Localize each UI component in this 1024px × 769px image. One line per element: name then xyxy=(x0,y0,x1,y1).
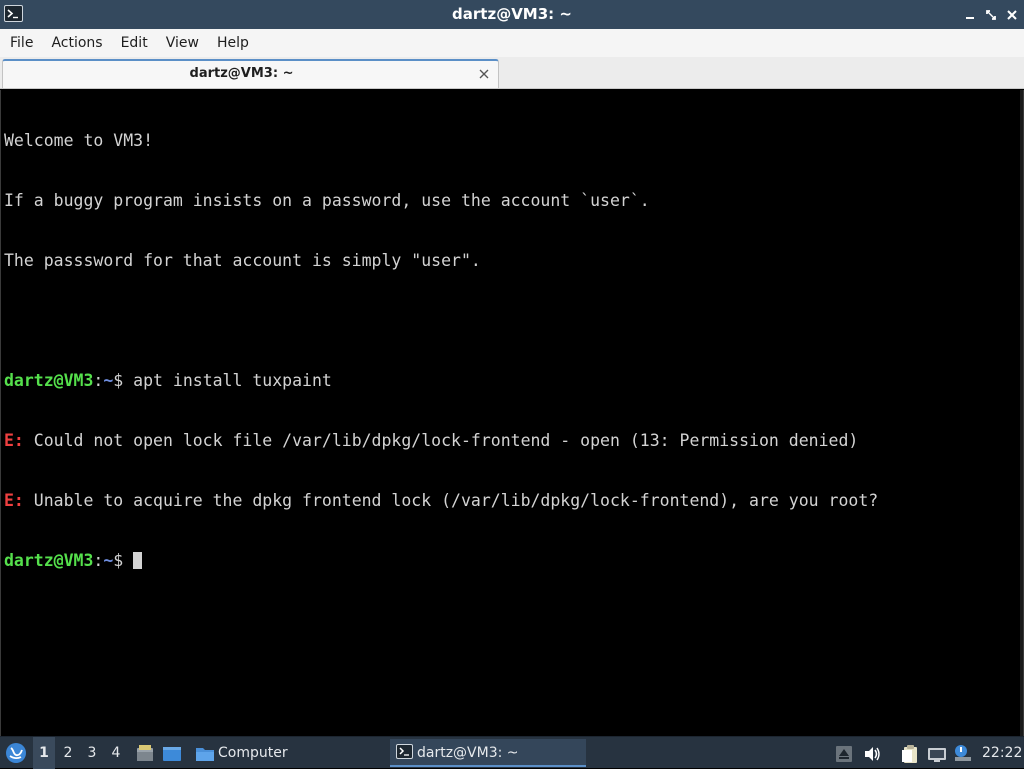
tab-close-icon[interactable] xyxy=(478,68,490,80)
network-icon[interactable] xyxy=(927,744,947,764)
text-cursor xyxy=(133,552,143,569)
computer-shortcut-label[interactable]: Computer xyxy=(218,737,288,769)
prompt-path: ~ xyxy=(103,371,114,390)
taskbar: 1 2 3 4 Computer dartz@VM3: ~ 22:22 xyxy=(0,736,1024,769)
terminal-icon xyxy=(396,744,413,759)
tab-bar: dartz@VM3: ~ xyxy=(0,57,1024,89)
prompt-user-host: dartz@VM3 xyxy=(4,371,94,390)
terminal-area[interactable]: Welcome to VM3! If a buggy program insis… xyxy=(0,90,1024,736)
start-menu-button[interactable] xyxy=(4,741,28,765)
prompt-separator: : xyxy=(93,371,104,390)
notification-icon[interactable] xyxy=(953,744,973,764)
file-manager-icon[interactable] xyxy=(135,744,155,764)
workspace-2[interactable]: 2 xyxy=(57,737,79,769)
welcome-line: Welcome to VM3! xyxy=(4,131,154,150)
menu-help[interactable]: Help xyxy=(208,29,258,57)
volume-icon[interactable] xyxy=(862,744,882,764)
command-line: dartz@VM3:~$ apt install tuxpaint xyxy=(4,371,878,391)
welcome-line: If a buggy program insists on a password… xyxy=(4,191,650,210)
error-prefix: E: xyxy=(4,491,24,510)
folder-icon[interactable] xyxy=(195,744,215,764)
error-text: Could not open lock file /var/lib/dpkg/l… xyxy=(23,431,859,450)
update-icon[interactable] xyxy=(834,744,854,764)
clock[interactable]: 22:22 xyxy=(982,737,1022,769)
error-prefix: E: xyxy=(4,431,24,450)
menu-edit[interactable]: Edit xyxy=(112,29,157,57)
taskbar-terminal-label: dartz@VM3: ~ xyxy=(417,745,519,761)
show-desktop-icon[interactable] xyxy=(162,744,182,764)
active-prompt-line[interactable]: dartz@VM3:~$ xyxy=(4,551,878,571)
menu-bar: File Actions Edit View Help xyxy=(0,29,1024,57)
prompt-user-host: dartz@VM3 xyxy=(4,551,94,570)
window-titlebar[interactable]: dartz@VM3: ~ xyxy=(0,0,1024,29)
error-line: E: Unable to acquire the dpkg frontend l… xyxy=(4,491,878,511)
prompt-symbol: $ xyxy=(113,551,134,570)
terminal-scrollbar[interactable] xyxy=(1020,90,1023,736)
close-window-button[interactable] xyxy=(1005,8,1019,22)
command-text: apt install tuxpaint xyxy=(133,371,332,390)
taskbar-terminal-button[interactable]: dartz@VM3: ~ xyxy=(390,739,586,767)
workspace-3[interactable]: 3 xyxy=(81,737,103,769)
menu-actions[interactable]: Actions xyxy=(42,29,111,57)
prompt-separator: : xyxy=(93,551,104,570)
prompt-symbol: $ xyxy=(113,371,134,390)
error-line: E: Could not open lock file /var/lib/dpk… xyxy=(4,431,878,451)
welcome-line: The passsword for that account is simply… xyxy=(4,251,481,270)
restore-button[interactable] xyxy=(984,8,998,22)
tab-title: dartz@VM3: ~ xyxy=(189,66,294,81)
window-title: dartz@VM3: ~ xyxy=(452,5,572,23)
tab-terminal[interactable]: dartz@VM3: ~ xyxy=(2,59,499,88)
workspace-4[interactable]: 4 xyxy=(105,737,127,769)
workspace-1[interactable]: 1 xyxy=(33,737,55,769)
error-text: Unable to acquire the dpkg frontend lock… xyxy=(23,491,879,510)
terminal-output: Welcome to VM3! If a buggy program insis… xyxy=(4,91,878,611)
menu-file[interactable]: File xyxy=(0,29,42,57)
minimize-button[interactable] xyxy=(963,8,977,22)
prompt-path: ~ xyxy=(103,551,114,570)
clipboard-icon[interactable] xyxy=(900,744,920,764)
menu-view[interactable]: View xyxy=(157,29,208,57)
